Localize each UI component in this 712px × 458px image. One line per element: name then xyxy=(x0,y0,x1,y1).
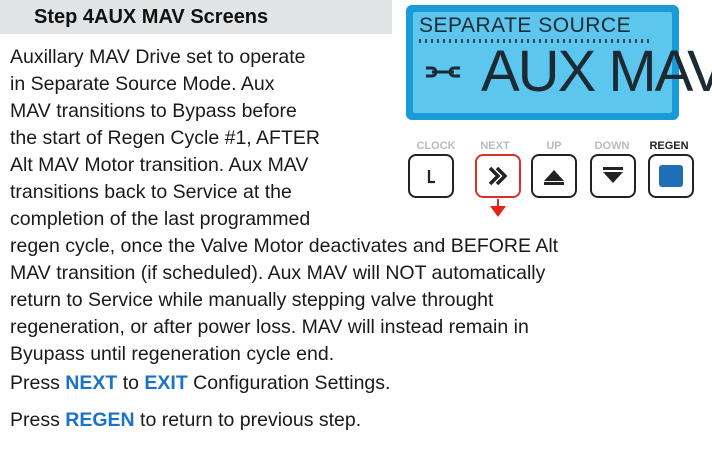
clock-button[interactable] xyxy=(408,154,454,198)
instruction-regen: Press REGEN to return to previous step. xyxy=(10,407,361,434)
clock-icon xyxy=(427,170,435,184)
text-line: Auxillary MAV Drive set to operate xyxy=(10,46,306,68)
lcd-display: SEPARATE SOURCE AUX MAV xyxy=(406,5,712,120)
button-label-up: UP xyxy=(546,140,562,152)
text-line: Alt MAV Motor transition. Aux MAV xyxy=(10,154,309,176)
instruction-text: to xyxy=(117,372,145,394)
lcd-screen: SEPARATE SOURCE AUX MAV xyxy=(413,12,712,113)
triangle-up-icon xyxy=(544,170,564,185)
down-button[interactable] xyxy=(590,154,636,198)
description-top: Auxillary MAV Drive set to operate in Se… xyxy=(10,44,402,233)
step-header-bar: Step 4AUX MAV Screens xyxy=(0,0,392,34)
text-line: regeneration, or after power loss. MAV w… xyxy=(10,316,529,338)
instruction-next: Press NEXT to EXIT Configuration Setting… xyxy=(10,370,390,397)
text-line: MAV transition (if scheduled). Aux MAV w… xyxy=(10,262,546,284)
text-line: the start of Regen Cycle #1, AFTER xyxy=(10,127,320,149)
regen-button[interactable] xyxy=(648,154,694,198)
next-button[interactable] xyxy=(475,154,521,198)
step-title: Step 4AUX MAV Screens xyxy=(34,6,269,28)
text-line: completion of the last programmed xyxy=(10,208,311,230)
double-chevron-right-icon xyxy=(488,166,508,186)
instruction-text: Press xyxy=(10,372,66,394)
keyword-regen: REGEN xyxy=(65,409,135,431)
button-label-down: DOWN xyxy=(594,140,630,152)
text-line: Byupass until regeneration cycle end. xyxy=(10,343,335,365)
lcd-main-text: AUX MAV xyxy=(481,39,712,104)
keyword-exit: EXIT xyxy=(144,372,188,394)
text-line: MAV transitions to Bypass before xyxy=(10,100,297,122)
instruction-text: Configuration Settings. xyxy=(187,372,391,394)
text-line: transitions back to Service at the xyxy=(10,181,292,203)
text-line: return to Service while manually steppin… xyxy=(10,289,494,311)
text-line: regen cycle, once the Valve Motor deacti… xyxy=(10,235,559,257)
instruction-text: Press xyxy=(10,409,66,431)
keyword-next: NEXT xyxy=(65,372,118,394)
up-button[interactable] xyxy=(531,154,577,198)
wrench-icon xyxy=(426,66,460,78)
lcd-mode-text: SEPARATE SOURCE xyxy=(419,14,632,37)
instruction-text: to return to previous step. xyxy=(134,409,362,431)
regen-square-icon xyxy=(659,165,683,187)
button-label-next: NEXT xyxy=(480,140,510,152)
description-bottom: regen cycle, once the Valve Motor deacti… xyxy=(10,233,710,368)
text-line: in Separate Source Mode. Aux xyxy=(10,73,275,95)
button-label-regen: REGEN xyxy=(649,140,689,152)
pointer-arrow-icon xyxy=(490,206,506,217)
button-label-clock: CLOCK xyxy=(416,140,456,152)
triangle-down-icon xyxy=(603,167,623,183)
